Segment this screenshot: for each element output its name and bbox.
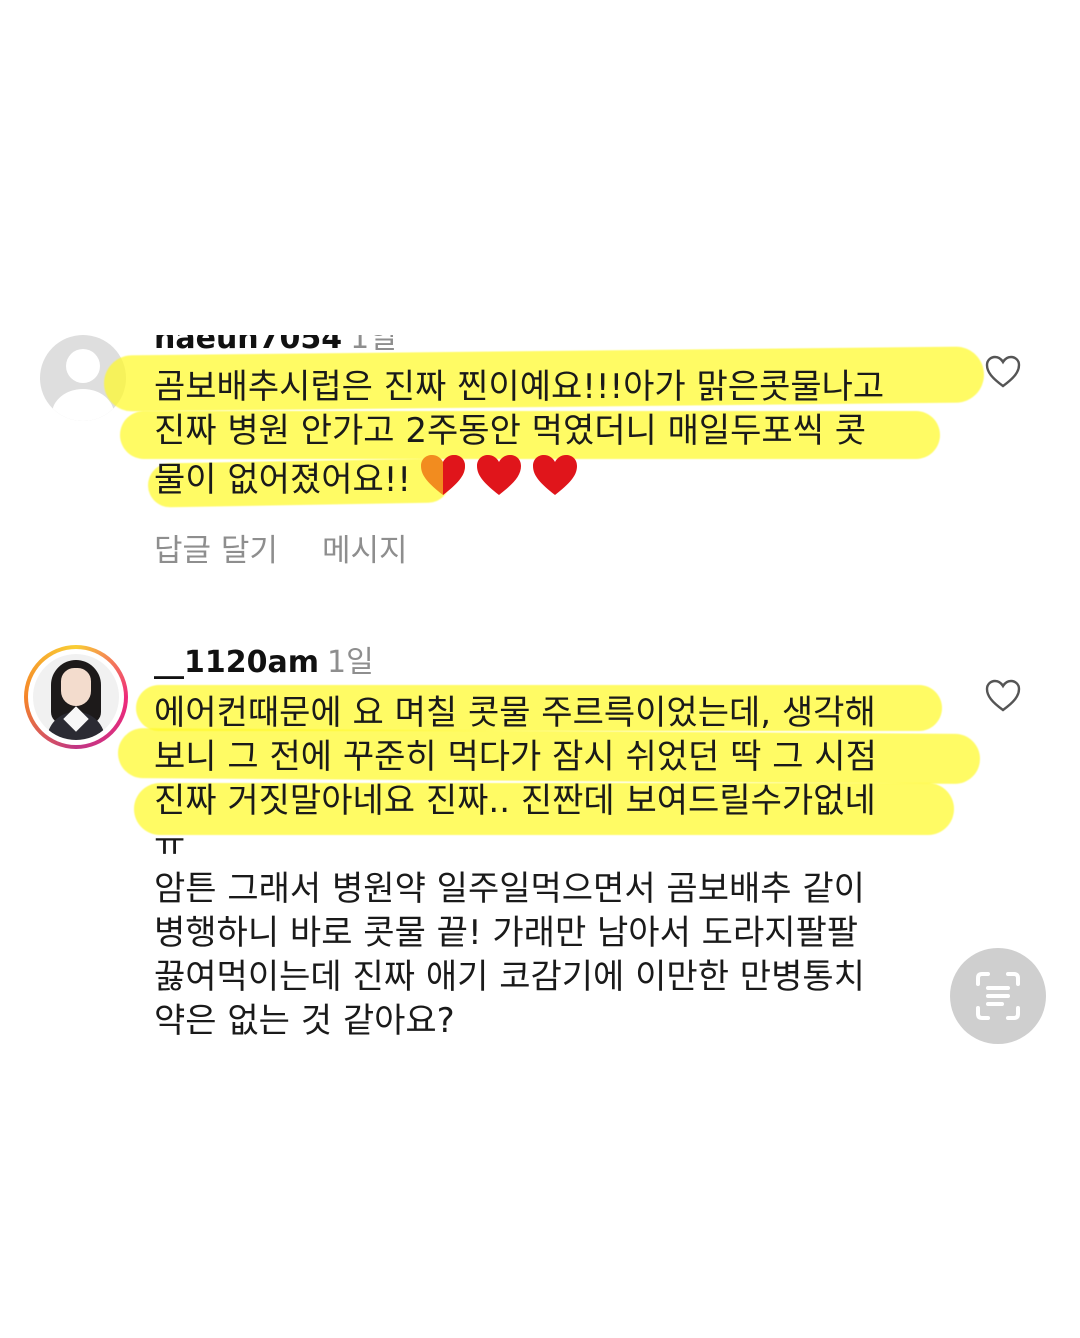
comment-list: naeun7054 1일 곰보배추시럽은 진짜 찐이예요!!!아가 맑은콧물나고 …	[0, 335, 1080, 1338]
comment-line: 암튼 그래서 병원약 일주일먹으면서 곰보배추 같이	[154, 869, 865, 909]
profile-photo	[33, 654, 119, 740]
like-heart-icon[interactable]	[985, 355, 1021, 389]
comment-age: 1일	[327, 645, 374, 680]
comment-line: 진짜 병원 안가고 2주동안 먹였더니 매일두포씩 콧	[154, 411, 867, 451]
comment-text: 곰보배추시럽은 진짜 찐이예요!!!아가 맑은콧물나고 진짜 병원 안가고 2주…	[154, 365, 944, 502]
comment-line: 물이 없어졌어요!!	[154, 453, 944, 502]
comment-text: 에어컨때문에 요 며칠 콧물 주르륵이었는데, 생각해 보니 그 전에 꾸준히 …	[154, 691, 944, 1043]
comment-actions: 답글 달기 메시지	[154, 525, 452, 570]
scan-text-button[interactable]	[950, 948, 1046, 1044]
comment-line: 병행하니 바로 콧물 끝! 가래만 남아서 도라지팔팔	[154, 913, 859, 953]
comment-line: ㅠ	[154, 825, 186, 865]
broken-heart-icon	[421, 455, 466, 495]
reply-button[interactable]: 답글 달기	[154, 533, 278, 569]
username[interactable]: __1120am	[154, 645, 319, 680]
comment-line: 보니 그 전에 꾸준히 먹다가 잠시 쉬었던 딱 그 시점	[154, 737, 877, 777]
red-heart-icon	[477, 455, 522, 495]
like-heart-icon[interactable]	[985, 679, 1021, 713]
comment-line: 곰보배추시럽은 진짜 찐이예요!!!아가 맑은콧물나고	[154, 367, 885, 407]
comment-line: 에어컨때문에 요 며칠 콧물 주르륵이었는데, 생각해	[154, 693, 876, 733]
comment-line: 진짜 거짓말아네요 진짜.. 진짠데 보여드릴수가없네	[154, 781, 876, 821]
scan-text-icon	[976, 972, 1020, 1020]
comment-line: 약은 없는 것 같아요?	[154, 1001, 455, 1041]
red-heart-icon	[533, 455, 578, 495]
comment-meta: __1120am 1일	[154, 645, 374, 681]
avatar[interactable]	[24, 645, 128, 749]
comment-line: 끓여먹이는데 진짜 애기 코감기에 이만한 만병통치	[154, 957, 865, 997]
message-button[interactable]: 메시지	[322, 533, 408, 569]
